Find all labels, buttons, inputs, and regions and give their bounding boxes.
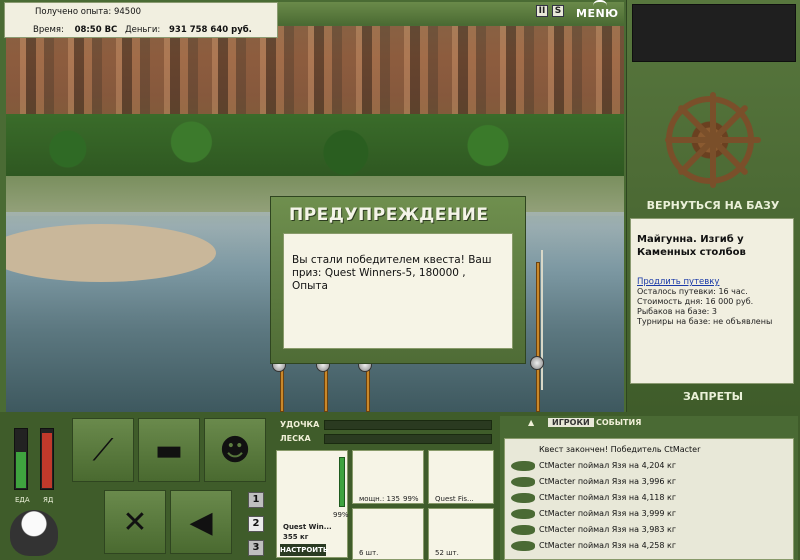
fish-icon bbox=[511, 541, 535, 551]
fish-icon bbox=[511, 493, 535, 503]
tab-players[interactable]: ИГРОКИ bbox=[548, 418, 594, 427]
rod-tension-bar bbox=[324, 420, 492, 430]
poison-bar-fill bbox=[42, 432, 52, 488]
fisherman-icon: ☻ bbox=[219, 432, 251, 468]
reel-4 bbox=[530, 356, 544, 370]
dialog-title: ПРЕДУПРЕЖДЕНИЕ bbox=[289, 205, 489, 225]
ship-wheel-icon[interactable] bbox=[665, 92, 761, 188]
food-tile[interactable]: ✕ bbox=[104, 490, 166, 554]
fishers-count: Рыбаков на базе: 3 bbox=[637, 307, 717, 316]
chat-tabs: ▲ ИГРОКИ СОБЫТИЯ bbox=[500, 416, 798, 432]
rod-4[interactable] bbox=[536, 262, 540, 412]
experience-label: Получено опыта: bbox=[35, 7, 112, 17]
food-label: ЕДА bbox=[15, 496, 30, 504]
tab-events[interactable]: СОБЫТИЯ bbox=[596, 418, 641, 427]
time-label: Время: bbox=[33, 25, 64, 35]
tackle-box-tile[interactable]: ▬ bbox=[138, 418, 200, 482]
fish-icon bbox=[511, 509, 535, 519]
sound-icon[interactable]: S bbox=[552, 5, 564, 17]
experience-value: 94500 bbox=[113, 7, 142, 17]
line-tension-bar bbox=[324, 434, 492, 444]
poison-bar bbox=[40, 428, 54, 490]
fish-icon: ◀ bbox=[189, 504, 213, 540]
gear-icon bbox=[593, 0, 607, 6]
reel-slot[interactable]: мощн.: 135 99% bbox=[352, 450, 424, 504]
fish-icon bbox=[511, 461, 535, 471]
fish-icon bbox=[511, 477, 535, 487]
bait-count: 52 шт. bbox=[435, 549, 459, 557]
info-panel: Получено опыта: 94500 Время: 08:50 ВС Де… bbox=[4, 2, 278, 38]
forest bbox=[6, 114, 624, 184]
pause-icon[interactable]: II bbox=[536, 5, 548, 17]
collapse-arrow-icon[interactable]: ▲ bbox=[528, 418, 534, 427]
reel-power: мощн.: 135 bbox=[359, 495, 400, 503]
menu-button[interactable]: MENЮ bbox=[576, 7, 619, 20]
fish-icon bbox=[511, 525, 535, 535]
location-title: Майгунна. Изгиб у Каменных столбов bbox=[637, 234, 746, 258]
game-screen: Получено опыта: 94500 Время: 08:50 ВС Де… bbox=[0, 0, 800, 560]
hook-slot[interactable]: 6 шт. bbox=[352, 508, 424, 560]
rod-tile[interactable]: ⟋ bbox=[72, 418, 134, 482]
chat-log: Квест закончен! Победитель CtMacter CtMa… bbox=[504, 438, 794, 560]
day-cost: Стоимость дня: 16 000 руб. bbox=[637, 297, 754, 306]
line-item-name: Quest Fis... bbox=[435, 495, 474, 503]
poison-label: ЯД bbox=[43, 496, 54, 504]
page-1-button[interactable]: 1 bbox=[248, 492, 264, 508]
food-bar bbox=[14, 428, 28, 490]
extend-trip-link[interactable]: Продлить путевку bbox=[637, 277, 787, 287]
catch-tile[interactable]: ◀ bbox=[170, 490, 232, 554]
reel-percent: 99% bbox=[403, 495, 419, 503]
page-2-button[interactable]: 2 bbox=[248, 516, 264, 532]
setup-button[interactable]: НАСТРОИТЬ bbox=[280, 544, 328, 556]
fishing-line bbox=[541, 250, 543, 390]
tackle-box-icon: ▬ bbox=[154, 432, 184, 468]
chat-line: CtMacter поймал Язя на 4,204 кг bbox=[539, 461, 677, 470]
warning-dialog[interactable]: ПРЕДУПРЕЖДЕНИЕ Вы стали победителем квес… bbox=[270, 196, 526, 364]
bait-slot[interactable]: 52 шт. bbox=[428, 508, 494, 560]
fork-knife-icon: ✕ bbox=[122, 504, 148, 540]
fisherman-tile[interactable]: ☻ bbox=[204, 418, 266, 482]
tackle-panel: УДОЧКА ЛЕСКА 99% Quest Win... 355 кг НАС… bbox=[276, 416, 498, 560]
top-bar bbox=[278, 2, 624, 24]
hook-count: 6 шт. bbox=[359, 549, 379, 557]
page-3-button[interactable]: 3 bbox=[248, 540, 264, 556]
rod-percent: 99% bbox=[333, 511, 349, 519]
time-value: 08:50 ВС bbox=[74, 25, 118, 35]
rod-slot[interactable]: 99% Quest Win... 355 кг bbox=[276, 450, 349, 558]
rod-label: УДОЧКА bbox=[280, 420, 320, 429]
chat-line: CtMacter поймал Язя на 3,983 кг bbox=[539, 525, 677, 534]
chat-line: Квест закончен! Победитель CtMacter bbox=[539, 445, 701, 454]
tournaments: Турниры на базе: не объявлены bbox=[637, 317, 773, 326]
bans-button[interactable]: ЗАПРЕТЫ bbox=[630, 390, 796, 408]
return-to-base-button[interactable]: ВЕРНУТЬСЯ НА БАЗУ bbox=[630, 196, 796, 216]
money-label: Деньги: bbox=[125, 25, 161, 35]
dialog-message-box: Вы стали победителем квеста! Ваш приз: Q… bbox=[283, 233, 513, 349]
chat-line: CtMacter поймал Язя на 4,118 кг bbox=[539, 493, 677, 502]
rod-name: Quest Win... bbox=[283, 523, 332, 531]
chat-line: CtMacter поймал Язя на 3,999 кг bbox=[539, 509, 677, 518]
food-bar-fill bbox=[16, 452, 26, 488]
trip-remaining: Осталось путевки: 16 час. bbox=[637, 287, 748, 296]
line-slot[interactable]: Quest Fis... bbox=[428, 450, 494, 504]
chat-line: CtMacter поймал Язя на 4,258 кг bbox=[539, 541, 677, 550]
minimap-box bbox=[632, 4, 796, 62]
money-value: 931 758 640 руб. bbox=[169, 25, 252, 35]
status-bars: ЕДА ЯД bbox=[6, 416, 66, 508]
rod-weight: 355 кг bbox=[283, 533, 309, 541]
cauldron-icon[interactable] bbox=[10, 510, 58, 556]
dialog-message: Вы стали победителем квеста! Ваш приз: Q… bbox=[292, 254, 492, 292]
chat-line: CtMacter поймал Язя на 3,996 кг bbox=[539, 477, 677, 486]
chat-panel: ▲ ИГРОКИ СОБЫТИЯ Квест закончен! Победит… bbox=[500, 416, 798, 560]
rod-icon: ⟋ bbox=[92, 432, 114, 468]
location-info: Майгунна. Изгиб у Каменных столбов Продл… bbox=[630, 218, 794, 384]
line-label: ЛЕСКА bbox=[280, 434, 311, 443]
